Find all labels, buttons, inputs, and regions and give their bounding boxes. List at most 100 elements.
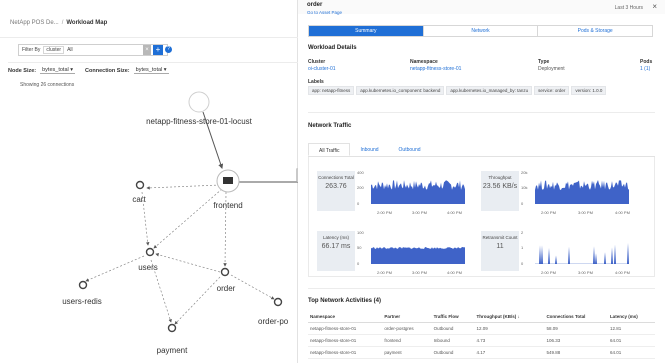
cell: order-postgres — [382, 322, 432, 335]
connections-series — [371, 180, 465, 204]
stat-value: 66.17 ms — [321, 243, 351, 250]
filter-field: cluster — [46, 47, 62, 53]
field-key: Pods — [640, 59, 653, 65]
throughput-stat: Throughput 23.56 KB/s — [481, 171, 519, 211]
cell: 58.09 — [544, 322, 608, 335]
tab-outbound[interactable]: Outbound — [389, 143, 431, 156]
time-range[interactable]: Last 3 Hours — [615, 5, 643, 11]
latency-chart[interactable]: 100 50 0 2:00 PM 3:00 PM 4:00 PM — [357, 229, 472, 277]
x-tick: 4:00 PM — [615, 270, 630, 275]
node-order-po[interactable] — [273, 297, 283, 307]
edge-frontend-users — [153, 188, 223, 249]
table-row[interactable]: netapp-fitness-store-01 order-postgres O… — [308, 322, 655, 335]
workload-map-pane: NetApp POS De... / Workload Map Filter By … — [0, 0, 298, 363]
node-label-order: order — [217, 284, 236, 293]
throughput-chart[interactable]: 20k 10k 0 2:00 PM 3:00 PM 4:00 PM — [521, 169, 641, 217]
cell: 64.01 — [607, 346, 655, 359]
filter-field-chip[interactable]: cluster — [43, 46, 65, 54]
cell: 4.17 — [474, 346, 545, 359]
label-chip: version: 1.0.0 — [571, 86, 607, 95]
divider — [8, 62, 298, 63]
cell: 64.01 — [607, 334, 655, 347]
cell: netapp-fitness-store-01 — [308, 346, 383, 359]
y-tick: 400 — [357, 170, 364, 175]
y-tick: 0 — [357, 201, 360, 206]
filter-add-button[interactable]: + — [153, 45, 163, 55]
tab-pods-storage[interactable]: Pods & Storage — [537, 26, 652, 36]
cell: netapp-fitness-store-01 — [308, 334, 383, 347]
col-latency[interactable]: Latency (ms) — [607, 311, 655, 323]
x-tick: 4:00 PM — [615, 210, 630, 215]
label-chip: app: netapp-fitness — [308, 86, 355, 95]
field-type: Type Deployment — [538, 59, 565, 72]
close-icon[interactable]: × — [652, 2, 657, 11]
connection-size-select[interactable]: bytes_total ▾ — [133, 67, 169, 74]
node-users[interactable] — [145, 247, 155, 257]
field-value-link[interactable]: 1 (1) — [640, 66, 652, 72]
table-row[interactable]: netapp-fitness-store-01 frontend Inbound… — [308, 334, 655, 347]
node-size-select[interactable]: bytes_total ▾ — [40, 67, 76, 74]
col-namespace[interactable]: Namespace — [308, 311, 383, 323]
connections-stat: Connections Total 263.76 — [317, 171, 355, 211]
breadcrumb-parent[interactable]: NetApp POS De... — [10, 20, 59, 26]
y-tick: 10k — [521, 185, 527, 190]
edge-frontend-cart — [146, 184, 221, 190]
latency-series — [371, 247, 465, 264]
x-tick: 2:00 PM — [377, 210, 392, 215]
col-connections[interactable]: Connections Total — [544, 311, 608, 323]
field-value-link[interactable]: netapp-fitness-store-01 — [410, 66, 461, 72]
y-tick: 20k — [521, 170, 527, 175]
connection-size-value: bytes_total — [135, 67, 163, 73]
retransmit-chart[interactable]: 2 1 0 2:00 PM 3:00 PM 4:00 PM — [521, 229, 641, 277]
panel-title: order — [307, 2, 323, 8]
node-label-users: users — [138, 263, 158, 272]
field-value-link[interactable]: oi-cluster-01 — [308, 66, 336, 72]
stat-label: Connections Total — [318, 175, 354, 180]
monitor-icon — [223, 177, 233, 184]
node-order[interactable] — [220, 267, 230, 277]
col-traffic-flow[interactable]: Traffic Flow — [431, 311, 475, 323]
tab-summary[interactable]: Summary — [309, 26, 423, 36]
edge-order-users — [155, 253, 221, 273]
connections-chart[interactable]: 400 200 0 2:00 PM 3:00 PM 4:00 PM — [357, 169, 472, 217]
asset-page-link[interactable]: Go to Asset Page — [307, 10, 342, 15]
retransmit-stat: Retransmit Count 11 — [481, 231, 519, 271]
x-tick: 3:00 PM — [578, 210, 593, 215]
node-cart[interactable] — [135, 180, 145, 190]
labels-title: Labels — [308, 79, 324, 85]
network-tabs: All Traffic Inbound Outbound — [308, 143, 655, 157]
table-row[interactable]: netapp-fitness-store-01 payment Outbound… — [308, 346, 655, 359]
breadcrumb-current: Workload Map — [66, 20, 108, 26]
workload-graph[interactable]: netapp-fitness-store-01-locust frontend … — [0, 90, 298, 363]
col-partner[interactable]: Partner — [382, 311, 432, 323]
cell: 12.09 — [474, 322, 545, 335]
cell: 549.88 — [544, 346, 608, 359]
field-cluster: Cluster oi-cluster-01 — [308, 59, 336, 72]
node-payment[interactable] — [167, 323, 177, 333]
edge-users-redis — [85, 255, 145, 282]
filter-value[interactable]: All — [67, 47, 73, 53]
stat-value: 11 — [496, 243, 504, 250]
node-label-users-redis: users-redis — [62, 297, 102, 306]
col-throughput[interactable]: Throughput (KB/s) ↓ — [474, 311, 545, 323]
node-locust[interactable] — [188, 91, 210, 113]
filter-clear-button[interactable]: × — [143, 45, 151, 55]
tab-inbound[interactable]: Inbound — [350, 143, 388, 156]
node-label-payment: payment — [157, 346, 188, 355]
size-controls: Node Size: bytes_total ▾ Connection Size… — [8, 67, 169, 74]
x-tick: 2:00 PM — [541, 270, 556, 275]
y-tick: 0 — [521, 261, 524, 266]
y-tick: 2 — [521, 230, 524, 235]
cell: 12.81 — [607, 322, 655, 335]
stat-label: Latency (ms) — [322, 235, 349, 240]
tab-all-traffic[interactable]: All Traffic — [308, 143, 351, 156]
tab-network[interactable]: Network — [422, 26, 538, 36]
y-tick: 50 — [357, 245, 362, 250]
y-tick: 100 — [357, 230, 364, 235]
node-users-redis[interactable] — [78, 280, 88, 290]
help-icon[interactable]: ? — [165, 46, 172, 53]
filter-label: Filter By — [22, 47, 41, 53]
x-tick: 4:00 PM — [447, 210, 462, 215]
x-tick: 2:00 PM — [541, 210, 556, 215]
field-key: Type — [538, 59, 550, 65]
